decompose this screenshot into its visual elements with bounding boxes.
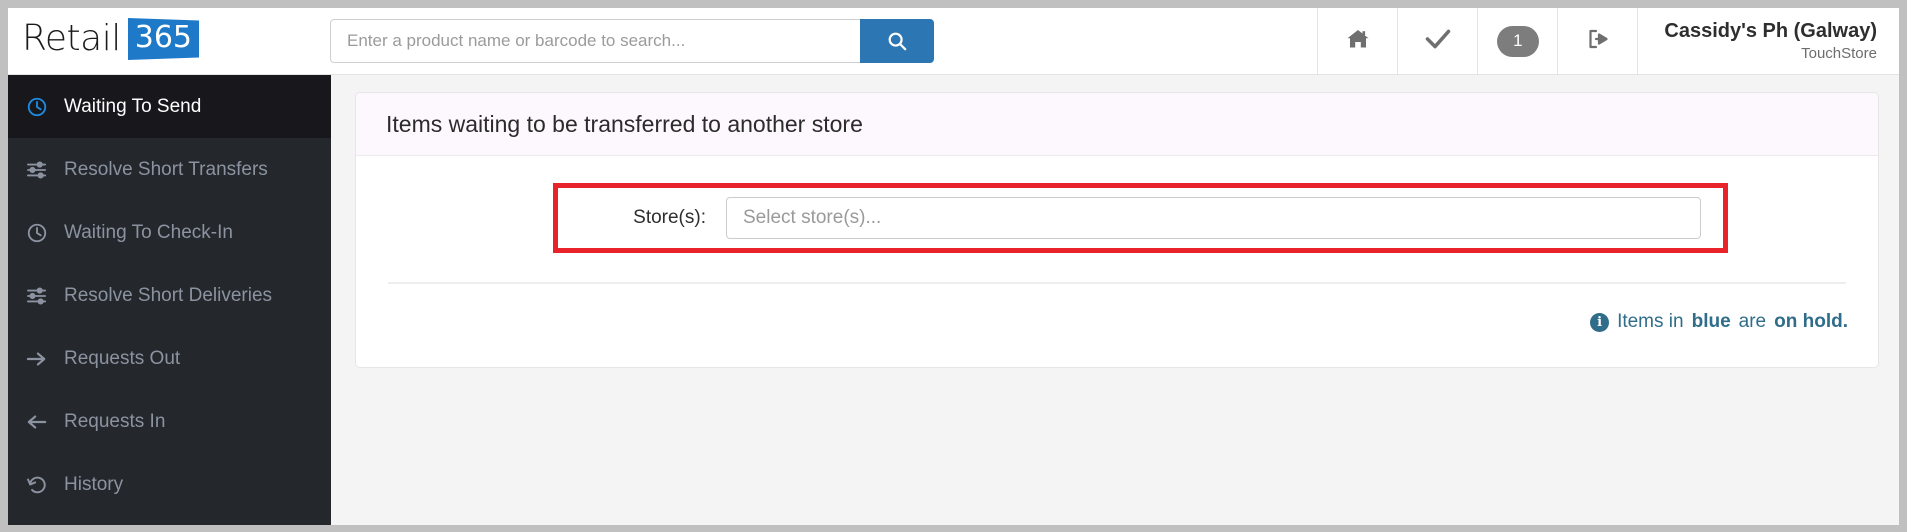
sliders-icon (26, 160, 60, 180)
clock-icon (26, 96, 60, 118)
account-store-name: Cassidy's Ph (Galway) (1664, 20, 1877, 42)
search-submit-button[interactable] (860, 19, 934, 63)
info-circle-icon: i (1590, 312, 1610, 332)
info-note-highlight: blue (1691, 311, 1731, 332)
sidebar-item-label: Resolve Short Transfers (64, 158, 268, 180)
check-button[interactable] (1397, 8, 1478, 74)
account-system-name: TouchStore (1801, 45, 1877, 62)
status-badge: 1 (1496, 25, 1539, 57)
info-note-suffix: on hold. (1774, 311, 1848, 332)
page-title: Items waiting to be transferred to anoth… (386, 110, 863, 137)
check-icon (1424, 27, 1452, 56)
store-field-label: Store(s): (633, 207, 706, 228)
brand-badge-365: 365 (127, 18, 199, 60)
sidebar-item-requests-out[interactable]: Requests Out (8, 327, 331, 390)
sidebar-item-label: History (64, 473, 124, 495)
logout-icon (1585, 27, 1611, 56)
sidebar-item-label: Requests Out (64, 347, 181, 369)
brand-logo[interactable]: Retail 365 (22, 15, 199, 63)
waiting-to-send-panel: Items waiting to be transferred to anoth… (355, 92, 1879, 368)
home-icon (1345, 27, 1371, 56)
search-icon (886, 30, 908, 52)
sidebar-item-label: Resolve Short Deliveries (64, 284, 273, 306)
home-button[interactable] (1317, 8, 1398, 74)
search-input[interactable] (330, 19, 860, 63)
sidebar-item-waiting-to-send[interactable]: Waiting To Send (8, 75, 331, 138)
history-icon (26, 474, 60, 496)
panel-header: Items waiting to be transferred to anoth… (356, 93, 1878, 156)
logout-button[interactable] (1557, 8, 1638, 74)
on-hold-info-note: i Items in blue are on hold. (1590, 311, 1848, 333)
notification-count-button[interactable]: 1 (1477, 8, 1558, 74)
sidebar-item-requests-in[interactable]: Requests In (8, 390, 331, 453)
store-select-input[interactable]: Select store(s)... (726, 197, 1701, 239)
arrow-right-icon (26, 349, 60, 369)
info-note-middle: are (1738, 311, 1767, 332)
sidebar-item-label: Waiting To Check-In (64, 221, 233, 243)
header-tool-group: 1 Cassidy's Ph (Galway) TouchStore (1317, 8, 1899, 74)
main-content-area: Items waiting to be transferred to anoth… (331, 75, 1899, 525)
application-window: Retail 365 Enter a product name or barco… (8, 8, 1899, 525)
sidebar-item-resolve-short-transfers[interactable]: Resolve Short Transfers (8, 138, 331, 201)
clock-icon (26, 222, 60, 244)
sidebar-item-history[interactable]: History (8, 453, 331, 516)
sidebar-item-waiting-to-check-in[interactable]: Waiting To Check-In (8, 201, 331, 264)
sidebar-item-label: Waiting To Send (64, 95, 202, 117)
sidebar-navigation: Waiting To Send Resolve Short Transfers (8, 75, 331, 525)
info-note-prefix: Items in (1617, 311, 1684, 332)
store-filter-annotation-highlight: Store(s): Select store(s)... (553, 183, 1728, 253)
arrow-left-icon (26, 412, 60, 432)
product-search-group (330, 19, 934, 63)
store-select-placeholder: Select store(s)... (743, 207, 882, 228)
account-store-info[interactable]: Cassidy's Ph (Galway) TouchStore (1637, 8, 1899, 74)
top-header-bar: Retail 365 Enter a product name or barco… (8, 8, 1899, 75)
sidebar-item-resolve-short-deliveries[interactable]: Resolve Short Deliveries (8, 264, 331, 327)
sliders-icon (26, 286, 60, 306)
sidebar-item-label: Requests In (64, 410, 166, 432)
section-divider (388, 282, 1846, 284)
brand-name-text: Retail (22, 18, 121, 59)
